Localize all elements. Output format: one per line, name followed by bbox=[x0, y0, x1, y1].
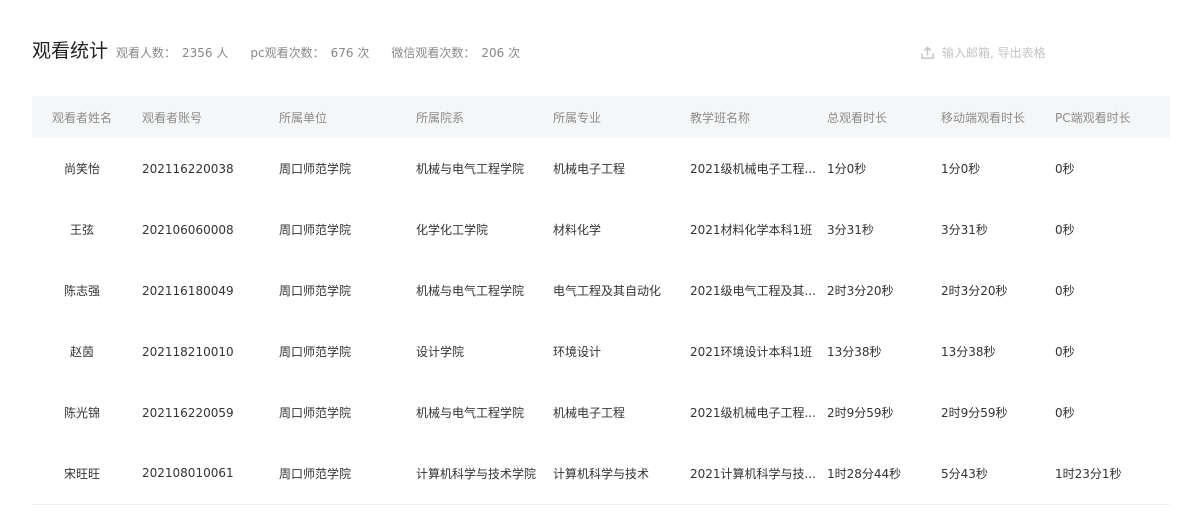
cell-viewer-name: 王弦 bbox=[69, 223, 94, 237]
cell-department: 计算机科学与技术学院 bbox=[406, 443, 543, 505]
cell-unit: 周口师范学院 bbox=[279, 345, 352, 359]
column-header-viewer-account: 观看者账号 bbox=[142, 110, 203, 125]
cell-viewer-name: 尚笑怡 bbox=[63, 162, 100, 176]
cell-mobile-duration: 1分0秒 bbox=[941, 162, 981, 176]
cell-total-duration: 3分31秒 bbox=[827, 223, 874, 237]
cell-viewer-account: 202108010061 bbox=[132, 443, 269, 505]
cell-viewer-account: 202116220059 bbox=[142, 405, 234, 420]
cell-department: 化学化工学院 bbox=[416, 223, 489, 237]
cell-unit: 周口师范学院 bbox=[269, 443, 406, 505]
cell-unit: 周口师范学院 bbox=[279, 223, 352, 237]
cell-class-name: 2021级电气工程及其... bbox=[690, 284, 816, 298]
cell-unit: 周口师范学院 bbox=[279, 284, 352, 298]
viewer-stats-table: 观看者姓名 观看者账号 所属单位 所属院系 所属专业 教学班名称 总观看时长 移… bbox=[32, 96, 1170, 505]
column-header-total-duration: 总观看时长 bbox=[827, 110, 888, 125]
viewer-count-value: 2356 人 bbox=[182, 46, 229, 60]
cell-viewer-account: 202116180049 bbox=[142, 283, 234, 298]
cell-class-name: 2021计算机科学与技... bbox=[680, 443, 817, 505]
cell-major: 材料化学 bbox=[553, 223, 602, 237]
cell-total-duration: 2时9分59秒 bbox=[827, 406, 894, 420]
cell-viewer-account: 202106060008 bbox=[142, 222, 234, 237]
cell-major: 电气工程及其自动化 bbox=[553, 284, 662, 298]
column-header-viewer-name: 观看者姓名 bbox=[51, 110, 112, 125]
cell-pc-duration: 1时23分1秒 bbox=[1045, 443, 1170, 505]
stats-header: 观看统计 观看人数： 2356 人 pc观看次数： 676 次 微信观看次数： 206… bbox=[32, 36, 542, 64]
cell-viewer-name: 陈志强 bbox=[63, 284, 100, 298]
cell-unit: 周口师范学院 bbox=[279, 162, 352, 176]
cell-viewer-account: 202118210010 bbox=[142, 344, 234, 359]
cell-pc-duration: 0秒 bbox=[1055, 345, 1075, 359]
wechat-view-count-stat: 微信观看次数： 206 次 bbox=[391, 44, 520, 61]
cell-department: 机械与电气工程学院 bbox=[416, 284, 525, 298]
cell-class-name: 2021级机械电子工程... bbox=[690, 162, 816, 176]
export-table-label: 输入邮箱, 导出表格 bbox=[942, 45, 1046, 60]
column-header-class-name: 教学班名称 bbox=[690, 110, 751, 125]
cell-major: 机械电子工程 bbox=[553, 406, 626, 420]
table-header-row: 观看者姓名 观看者账号 所属单位 所属院系 所属专业 教学班名称 总观看时长 移… bbox=[32, 96, 1170, 138]
cell-department: 机械与电气工程学院 bbox=[416, 406, 525, 420]
cell-viewer-name: 赵茵 bbox=[69, 345, 94, 359]
cell-class-name: 2021级机械电子工程... bbox=[690, 406, 816, 420]
cell-department: 设计学院 bbox=[416, 345, 465, 359]
cell-viewer-name: 陈光锦 bbox=[63, 406, 100, 420]
page-title: 观看统计 bbox=[32, 40, 109, 62]
table-row: 陈光锦 202116220059 周口师范学院 机械与电气工程学院 机械电子工程… bbox=[32, 382, 1170, 443]
cell-major: 环境设计 bbox=[553, 345, 602, 359]
pc-view-count-value: 676 次 bbox=[330, 46, 370, 60]
column-header-major: 所属专业 bbox=[553, 110, 602, 125]
cell-pc-duration: 0秒 bbox=[1055, 284, 1075, 298]
cell-mobile-duration: 3分31秒 bbox=[941, 223, 988, 237]
cell-mobile-duration: 13分38秒 bbox=[941, 345, 996, 359]
table-row: 赵茵 202118210010 周口师范学院 设计学院 环境设计 2021环境设… bbox=[32, 321, 1170, 382]
viewer-count-label: 观看人数： bbox=[116, 46, 177, 60]
cell-viewer-name: 宋旺旺 bbox=[32, 443, 132, 505]
cell-total-duration: 1时28分44秒 bbox=[817, 443, 931, 505]
cell-unit: 周口师范学院 bbox=[279, 406, 352, 420]
table-row: 陈志强 202116180049 周口师范学院 机械与电气工程学院 电气工程及其… bbox=[32, 260, 1170, 321]
table-row: 尚笑怡 202116220038 周口师范学院 机械与电气工程学院 机械电子工程… bbox=[32, 138, 1170, 199]
cell-pc-duration: 0秒 bbox=[1055, 162, 1075, 176]
wechat-view-count-label: 微信观看次数： bbox=[391, 46, 476, 60]
cell-mobile-duration: 2时9分59秒 bbox=[941, 406, 1008, 420]
column-header-mobile-duration: 移动端观看时长 bbox=[941, 110, 1026, 125]
column-header-department: 所属院系 bbox=[416, 110, 465, 125]
cell-class-name: 2021材料化学本科1班 bbox=[690, 223, 813, 237]
cell-major: 机械电子工程 bbox=[553, 162, 626, 176]
cell-mobile-duration: 2时3分20秒 bbox=[941, 284, 1008, 298]
export-table-button[interactable]: 输入邮箱, 导出表格 bbox=[920, 42, 1046, 62]
cell-mobile-duration: 5分43秒 bbox=[931, 443, 1045, 505]
upload-icon bbox=[921, 45, 934, 59]
pc-view-count-label: pc观看次数： bbox=[250, 46, 325, 60]
cell-pc-duration: 0秒 bbox=[1055, 406, 1075, 420]
cell-pc-duration: 0秒 bbox=[1055, 223, 1075, 237]
cell-class-name: 2021环境设计本科1班 bbox=[690, 345, 813, 359]
cell-viewer-account: 202116220038 bbox=[142, 161, 234, 176]
pc-view-count-stat: pc观看次数： 676 次 bbox=[250, 44, 369, 61]
wechat-view-count-value: 206 次 bbox=[481, 46, 521, 60]
column-header-pc-duration: PC端观看时长 bbox=[1055, 110, 1131, 125]
table-row: 王弦 202106060008 周口师范学院 化学化工学院 材料化学 2021材… bbox=[32, 199, 1170, 260]
cell-total-duration: 1分0秒 bbox=[827, 162, 867, 176]
cell-total-duration: 2时3分20秒 bbox=[827, 284, 894, 298]
viewer-count-stat: 观看人数： 2356 人 bbox=[116, 44, 228, 61]
table-row: 宋旺旺 202108010061 周口师范学院 计算机科学与技术学院 计算机科学… bbox=[32, 443, 1170, 505]
cell-major: 计算机科学与技术 bbox=[543, 443, 680, 505]
cell-total-duration: 13分38秒 bbox=[827, 345, 882, 359]
viewer-stats-table-wrapper: 观看者姓名 观看者账号 所属单位 所属院系 所属专业 教学班名称 总观看时长 移… bbox=[32, 96, 1170, 505]
column-header-unit: 所属单位 bbox=[279, 110, 328, 125]
cell-department: 机械与电气工程学院 bbox=[416, 162, 525, 176]
